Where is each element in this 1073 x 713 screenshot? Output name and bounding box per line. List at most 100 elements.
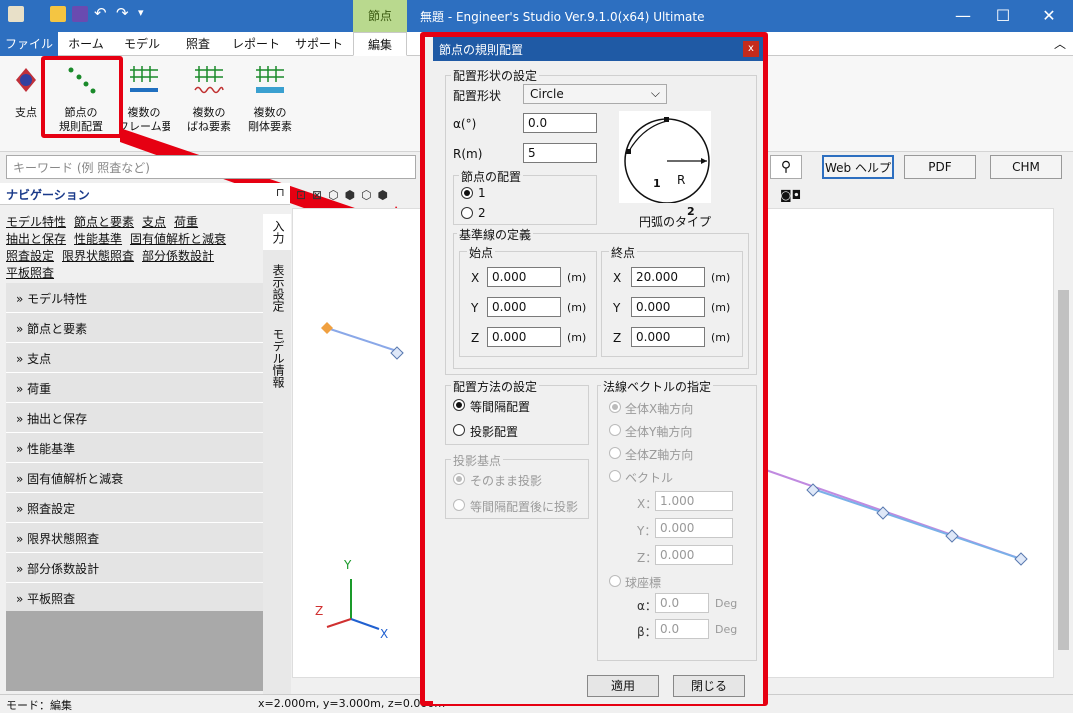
vtab-model-info[interactable]: モデル情報 xyxy=(263,322,291,394)
nav-section-item[interactable]: » 荷重 xyxy=(6,373,263,403)
shape-select[interactable]: Circle ⌵ xyxy=(523,84,667,104)
undo-icon[interactable]: ↶ xyxy=(94,4,107,22)
start-point-title: 始点 xyxy=(467,244,496,261)
chm-button[interactable]: CHM xyxy=(990,155,1062,179)
vector-y-input[interactable]: 0.000 xyxy=(655,518,733,538)
tab-support[interactable]: サポート xyxy=(286,32,352,56)
end-x-input[interactable]: 20.000 xyxy=(631,267,705,287)
normal-vector-title: 法線ベクトルの指定 xyxy=(601,378,714,395)
vector-label: ベクトル xyxy=(625,471,674,485)
vector-z-input[interactable]: 0.000 xyxy=(655,545,733,565)
tab-file[interactable]: ファイル xyxy=(0,32,58,56)
apply-button[interactable]: 適用 xyxy=(587,675,659,697)
dialog-title: 節点の規則配置 xyxy=(439,43,524,57)
node-marker[interactable] xyxy=(1014,552,1028,566)
projection-radio[interactable] xyxy=(453,424,465,436)
project-after-equal-radio[interactable] xyxy=(453,499,465,511)
end-z-unit: (m) xyxy=(711,331,731,344)
end-y-unit: (m) xyxy=(711,301,731,314)
vtab-input[interactable]: 入力 xyxy=(263,214,291,250)
nav-section-item[interactable]: » 支点 xyxy=(6,343,263,373)
vector-x-input[interactable]: 1.000 xyxy=(655,491,733,511)
nav-section-item[interactable]: » 照査設定 xyxy=(6,493,263,523)
nav-section-item[interactable]: » 固有値解析と減衰 xyxy=(6,463,263,493)
vtab-display-settings[interactable]: 表示設定 xyxy=(263,258,291,318)
global-x-radio[interactable] xyxy=(609,401,621,413)
nav-section-item[interactable]: » モデル特性 xyxy=(6,283,263,313)
beta-input[interactable]: 0.0 xyxy=(655,619,709,639)
alpha-input[interactable]: 0.0 xyxy=(523,113,597,133)
start-y-input[interactable]: 0.000 xyxy=(487,297,561,317)
dialog-close-icon[interactable]: x xyxy=(743,41,759,57)
end-point-title: 終点 xyxy=(609,244,638,261)
nav-section-item[interactable]: » 抽出と保存 xyxy=(6,403,263,433)
support-button[interactable]: 支点 xyxy=(6,60,46,146)
nav-link-partial-factor[interactable]: 部分係数設計 xyxy=(142,249,214,263)
minimize-icon[interactable]: — xyxy=(943,6,983,26)
nav-section-item[interactable]: » 部分係数設計 xyxy=(6,553,263,583)
r-input[interactable]: 5 xyxy=(523,143,597,163)
end-y-input[interactable]: 0.000 xyxy=(631,297,705,317)
node-marker[interactable] xyxy=(945,529,959,543)
frame-label-1: 複数の xyxy=(127,106,161,119)
rigid-grid-icon xyxy=(256,66,284,93)
nav-link-performance[interactable]: 性能基準 xyxy=(74,232,122,246)
camera-icon[interactable]: ◙◘ xyxy=(780,188,801,202)
nav-section-item[interactable]: » 平板照査 xyxy=(6,583,263,613)
alpha2-input[interactable]: 0.0 xyxy=(655,593,709,613)
shape-select-value: Circle xyxy=(530,87,564,101)
spherical-radio[interactable] xyxy=(609,575,621,587)
nav-section-item[interactable]: » 性能基準 xyxy=(6,433,263,463)
node-option-2-radio[interactable] xyxy=(461,207,473,219)
vertical-scrollbar-thumb[interactable] xyxy=(1058,290,1069,650)
nav-link-nodes-elements[interactable]: 節点と要素 xyxy=(74,215,134,229)
tab-edit[interactable]: 編集 xyxy=(353,32,407,56)
start-x-input[interactable]: 0.000 xyxy=(487,267,561,287)
web-help-button[interactable]: Web ヘルプ xyxy=(822,155,894,179)
redo-icon[interactable]: ↷ xyxy=(116,4,129,22)
start-z-input[interactable]: 0.000 xyxy=(487,327,561,347)
node-option-1-radio[interactable] xyxy=(461,187,473,199)
nav-link-limit-state[interactable]: 限界状態照査 xyxy=(62,249,134,263)
arc-type-diagram xyxy=(619,111,711,204)
vector-radio[interactable] xyxy=(609,470,621,482)
project-as-is-radio[interactable] xyxy=(453,473,465,485)
tab-report[interactable]: レポート xyxy=(226,32,286,56)
nav-link-model-properties[interactable]: モデル特性 xyxy=(6,215,66,229)
nav-link-loads[interactable]: 荷重 xyxy=(174,215,198,229)
nav-link-extract-save[interactable]: 抽出と保存 xyxy=(6,232,66,246)
nav-section-item[interactable]: » 限界状態照査 xyxy=(6,523,263,553)
end-x-label: X xyxy=(613,271,622,285)
nav-link-eigen[interactable]: 固有値解析と減衰 xyxy=(130,232,226,246)
maximize-icon[interactable]: ☐ xyxy=(983,6,1023,26)
search-icon[interactable]: ⚲ xyxy=(770,155,802,179)
nav-link-supports[interactable]: 支点 xyxy=(142,215,166,229)
node-marker[interactable] xyxy=(321,322,333,334)
frame-grid-icon xyxy=(130,66,158,92)
close-button[interactable]: 閉じる xyxy=(673,675,745,697)
close-window-icon[interactable]: ✕ xyxy=(1029,6,1069,26)
r-label: R(m) xyxy=(453,147,483,161)
pdf-button[interactable]: PDF xyxy=(904,155,976,179)
nav-link-plate[interactable]: 平板照査 xyxy=(6,266,54,280)
nav-link-check-settings[interactable]: 照査設定 xyxy=(6,249,54,263)
tab-check[interactable]: 照査 xyxy=(170,32,226,56)
equal-interval-radio[interactable] xyxy=(453,399,465,411)
keyword-search-input[interactable]: キーワード (例 照査など) xyxy=(6,155,416,179)
save-icon[interactable] xyxy=(72,6,88,22)
tab-model[interactable]: モデル xyxy=(114,32,170,56)
tab-home[interactable]: ホーム xyxy=(58,32,114,56)
start-z-label: Z xyxy=(471,331,480,345)
ribbon-collapse-icon[interactable]: ︿ xyxy=(1050,32,1070,56)
nav-section-item[interactable]: » 節点と要素 xyxy=(6,313,263,343)
nav-links: モデル特性 節点と要素 支点 荷重 抽出と保存 性能基準 固有値解析と減衰 照査設定 限界状… xyxy=(6,214,262,282)
pin-icon[interactable]: ⊓ xyxy=(276,186,285,199)
global-y-radio[interactable] xyxy=(609,424,621,436)
context-tab-node: 節点 xyxy=(353,0,407,32)
new-file-icon[interactable] xyxy=(50,6,66,22)
global-z-radio[interactable] xyxy=(609,447,621,459)
end-z-input[interactable]: 0.000 xyxy=(631,327,705,347)
quick-access-dropdown-icon[interactable]: ▾ xyxy=(138,6,144,19)
node-arrangement-title: 節点の配置 xyxy=(459,168,524,185)
method-title: 配置方法の設定 xyxy=(451,378,540,395)
